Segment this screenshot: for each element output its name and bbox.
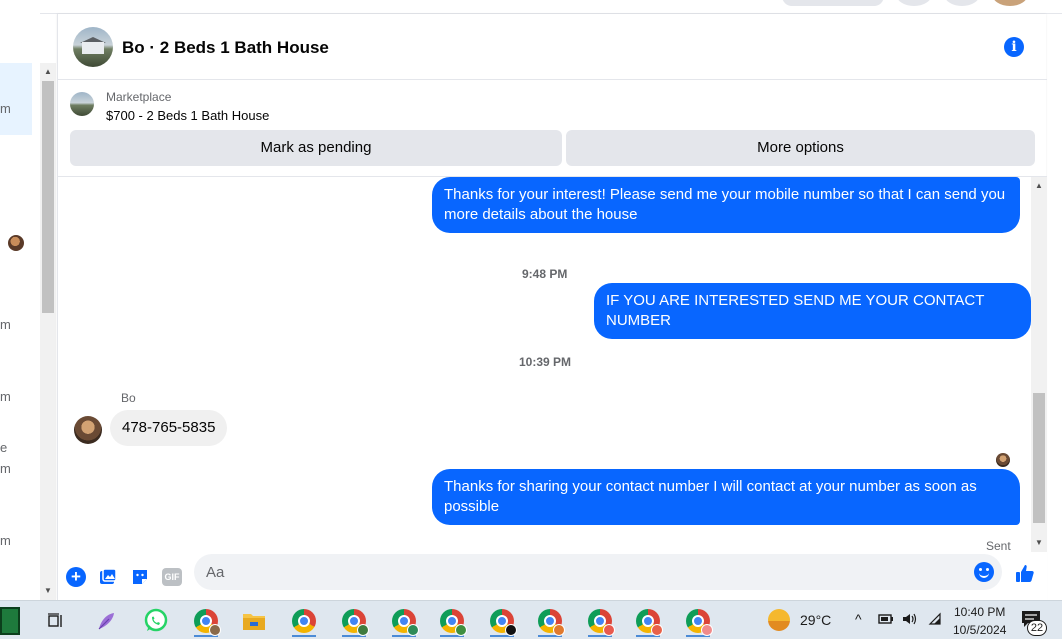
scroll-up-arrow[interactable]: ▲: [1031, 179, 1047, 193]
listing-thumbnail[interactable]: [70, 92, 94, 116]
chrome-icon[interactable]: [432, 605, 472, 637]
whatsapp-icon[interactable]: [136, 605, 176, 637]
top-nav-button[interactable]: [896, 0, 932, 6]
scroll-thumb[interactable]: [1033, 393, 1045, 523]
outgoing-message[interactable]: Thanks for sharing your contact number I…: [432, 469, 1020, 525]
scroll-up-arrow[interactable]: ▲: [40, 65, 56, 79]
app-tile-icon[interactable]: [0, 607, 20, 635]
chat-list-snippet: e: [0, 440, 8, 455]
chat-list-snippet: m: [0, 389, 11, 404]
weather-temperature[interactable]: 29°C: [800, 612, 831, 628]
seen-indicator-avatar: [996, 453, 1010, 467]
task-view-icon[interactable]: [36, 605, 76, 637]
chat-list-avatar: [8, 235, 24, 251]
sender-name: Bo: [121, 391, 136, 405]
chat-header: Bo · 2 Beds 1 Bath House i: [58, 14, 1047, 80]
top-nav-button[interactable]: [944, 0, 980, 6]
scroll-down-arrow[interactable]: ▼: [40, 584, 56, 598]
listing-title[interactable]: $700 - 2 Beds 1 Bath House: [106, 108, 269, 123]
chrome-icon[interactable]: [678, 605, 718, 637]
timestamp: 10:39 PM: [519, 355, 572, 369]
top-nav-strip: [0, 0, 1062, 14]
profile-avatar[interactable]: [992, 0, 1028, 6]
chrome-icon[interactable]: [284, 605, 324, 637]
chat-list-partial: mmmemm: [0, 0, 40, 600]
photo-icon[interactable]: [98, 567, 118, 587]
tray-chevron-icon[interactable]: ^: [855, 611, 862, 627]
info-icon[interactable]: i: [1004, 37, 1024, 57]
chrome-icon[interactable]: [580, 605, 620, 637]
sticker-icon[interactable]: [130, 567, 150, 587]
marketplace-label: Marketplace: [106, 90, 172, 104]
conversation-title[interactable]: Bo · 2 Beds 1 Bath House: [122, 38, 329, 58]
chrome-icon[interactable]: [482, 605, 522, 637]
outgoing-message[interactable]: Thanks for your interest! Please send me…: [432, 177, 1020, 233]
message-thread: Thanks for your interest! Please send me…: [58, 177, 1031, 552]
incoming-message[interactable]: 478-765-5835: [110, 410, 228, 446]
weather-icon[interactable]: [768, 609, 790, 631]
battery-icon[interactable]: [878, 612, 894, 629]
file-explorer-icon[interactable]: [234, 605, 274, 637]
chrome-icon[interactable]: [530, 605, 570, 637]
clock-date[interactable]: 10/5/2024: [953, 623, 1006, 637]
emoji-icon[interactable]: [974, 562, 994, 582]
mark-as-pending-button[interactable]: Mark as pending: [70, 130, 562, 166]
chat-list-snippet: m: [0, 317, 11, 332]
chat-list-scrollbar[interactable]: ▲ ▼: [40, 63, 56, 600]
chrome-icon[interactable]: [186, 605, 226, 637]
windows-taskbar: 29°C ^ 10:40 PM 10/5/2024 22: [0, 600, 1062, 639]
sender-avatar[interactable]: [74, 416, 102, 444]
chat-list-snippet: m: [0, 461, 11, 476]
clock-time[interactable]: 10:40 PM: [954, 605, 1005, 619]
marketplace-banner: Marketplace $700 - 2 Beds 1 Bath House M…: [58, 81, 1047, 177]
chat-panel: Bo · 2 Beds 1 Bath House i Marketplace $…: [57, 14, 1047, 600]
notification-count-badge: 22: [1027, 620, 1047, 636]
chrome-icon[interactable]: [628, 605, 668, 637]
message-composer: + GIF: [58, 552, 1047, 600]
chrome-icon[interactable]: [334, 605, 374, 637]
outgoing-message[interactable]: IF YOU ARE INTERESTED SEND ME YOUR CONTA…: [594, 283, 1031, 339]
gif-icon[interactable]: GIF: [162, 568, 182, 586]
chat-list-snippet: m: [0, 101, 11, 116]
message-input[interactable]: [194, 554, 1002, 590]
volume-icon[interactable]: [902, 612, 918, 629]
chrome-icon[interactable]: [384, 605, 424, 637]
plus-icon[interactable]: +: [66, 567, 86, 587]
message-scrollbar[interactable]: ▲ ▼: [1031, 177, 1047, 552]
timestamp: 9:48 PM: [522, 267, 568, 281]
more-options-button[interactable]: More options: [566, 130, 1035, 166]
chat-list-selected-item[interactable]: [0, 63, 32, 135]
feather-app-icon[interactable]: [86, 605, 126, 637]
top-nav-search[interactable]: [782, 0, 884, 6]
scroll-down-arrow[interactable]: ▼: [1031, 536, 1047, 550]
wifi-icon[interactable]: [928, 612, 942, 629]
conversation-avatar[interactable]: [73, 27, 113, 67]
thumbs-up-icon[interactable]: [1014, 562, 1036, 584]
chat-list-snippet: m: [0, 533, 11, 548]
message-status: Sent: [986, 539, 1011, 552]
scroll-thumb[interactable]: [42, 81, 54, 313]
